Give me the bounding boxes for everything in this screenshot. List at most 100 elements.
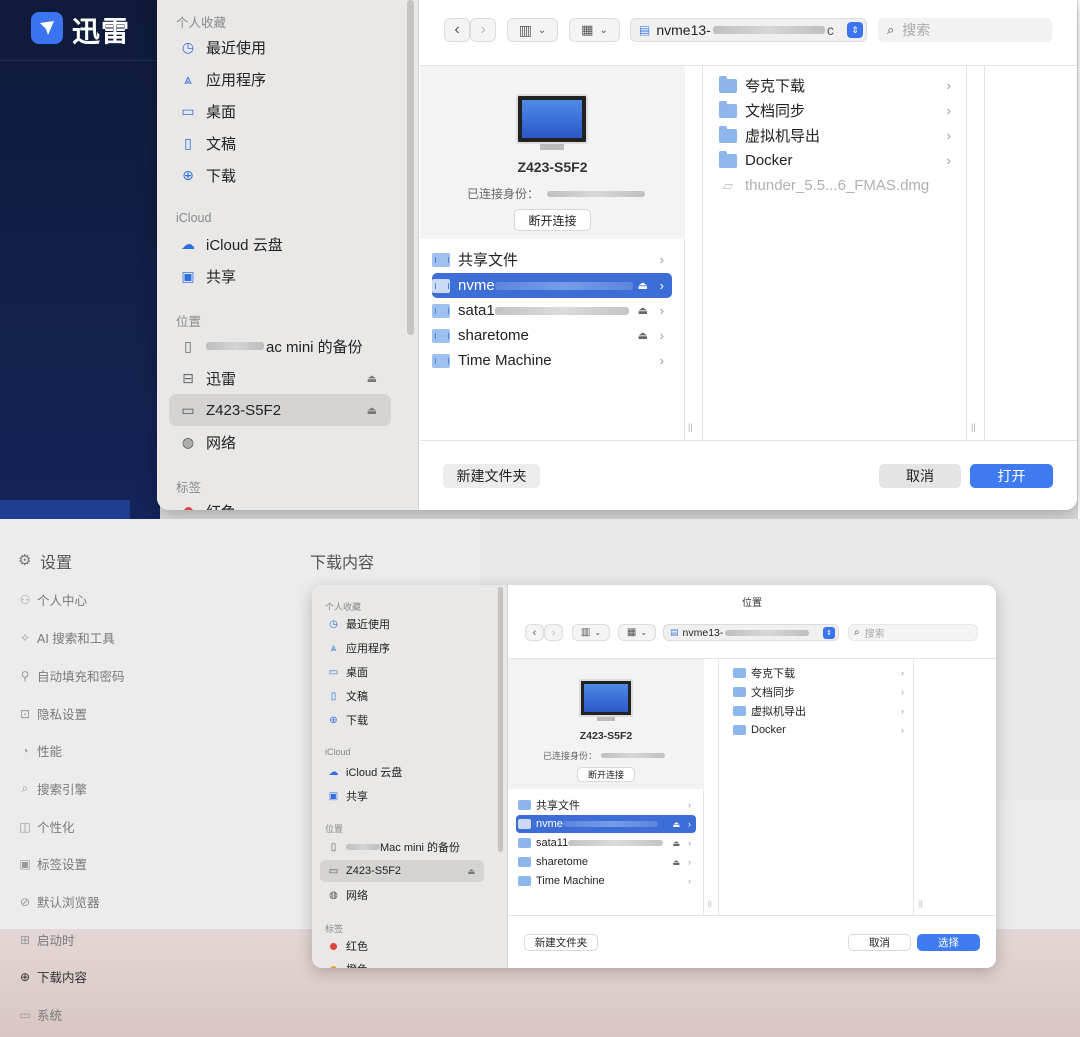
forward-button[interactable]: › — [470, 18, 496, 42]
share-label: Time Machine — [536, 875, 605, 887]
share-row[interactable]: 共享文件 › — [432, 247, 672, 272]
group-button[interactable]: ▦ ⌄ — [618, 624, 656, 641]
share-row[interactable]: sharetome ⏏ › — [518, 853, 696, 871]
sidebar-item-desktop[interactable]: ▭ 桌面 — [169, 95, 391, 127]
eject-icon[interactable]: ⏏ — [467, 867, 475, 876]
eject-icon[interactable]: ⏏ — [367, 404, 377, 417]
sidebar-item-server[interactable]: ▭ Z423-S5F2 ⏏ — [169, 394, 391, 426]
open-button[interactable]: 打开 — [970, 464, 1053, 488]
back-button[interactable]: ‹ — [525, 624, 544, 641]
folder-row[interactable]: Docker › — [733, 721, 909, 739]
new-folder-button[interactable]: 新建文件夹 — [524, 934, 598, 951]
eject-icon[interactable]: ⏏ — [672, 820, 680, 829]
sidebar-item-documents[interactable]: ▯ 文稿 — [320, 685, 484, 707]
sidebar-item-tag-red[interactable]: 红色 — [169, 495, 391, 510]
view-mode-button[interactable]: ▥ ⌄ — [572, 624, 610, 641]
folder-row[interactable]: 文档同步 › — [719, 98, 959, 123]
folder-row[interactable]: 夸克下载 › — [719, 73, 959, 98]
sidebar-item-icloud-drive[interactable]: ☁ iCloud 云盘 — [320, 761, 484, 783]
disconnect-button[interactable]: 断开连接 — [514, 209, 591, 231]
share-row[interactable]: Time Machine › — [432, 348, 672, 373]
choose-folder-dialog: 个人收藏 ◷ 最近使用 ⩓ 应用程序 ▭ 桌面 ▯ 文稿 ⊕ 下载 iCloud ☁ iCl… — [312, 585, 996, 968]
eject-icon[interactable]: ⏏ — [672, 839, 680, 848]
sidebar-item-applications[interactable]: ⩓ 应用程序 — [320, 637, 484, 659]
settings-item-ai[interactable]: ✧ AI 搜索和工具 — [18, 628, 115, 647]
folder-row[interactable]: Docker › — [719, 148, 959, 173]
share-row[interactable]: sharetome ⏏ › — [432, 323, 672, 348]
dmg-file-icon: ▱ — [723, 177, 733, 193]
sidebar-item-backup[interactable]: ▯ ac mini 的备份 — [169, 330, 391, 362]
settings-item-profile[interactable]: ⚇ 个人中心 — [18, 590, 87, 609]
sidebar-item-recents[interactable]: ◷ 最近使用 — [169, 31, 391, 63]
search-field[interactable]: ⌕ 搜索 — [878, 18, 1052, 42]
share-row[interactable]: sata11 ⏏ › — [518, 834, 696, 852]
grid-icon: ▦ — [626, 627, 637, 638]
folder-icon — [719, 100, 737, 118]
share-row-selected[interactable]: nvme ⏏ › — [516, 815, 696, 833]
share-row[interactable]: Time Machine › — [518, 872, 696, 890]
cancel-button[interactable]: 取消 — [879, 464, 961, 488]
apps-icon: ⩓ — [184, 70, 192, 87]
sidebar-item-network[interactable]: ◍ 网络 — [169, 426, 391, 458]
sidebar-item-desktop[interactable]: ▭ 桌面 — [320, 661, 484, 683]
share-row[interactable]: sata1 ⏏ › — [432, 298, 672, 323]
sidebar-item-shared[interactable]: ▣ 共享 — [320, 785, 484, 807]
sidebar-item-thunder[interactable]: ⊟ 迅雷 ⏏ — [169, 362, 391, 394]
settings-item-autofill[interactable]: ⚲ 自动填充和密码 — [18, 666, 125, 685]
column-resize-handle[interactable]: || — [919, 901, 923, 908]
sidebar-item-backup[interactable]: ▯ Mac mini 的备份 — [320, 836, 484, 858]
sidebar-scrollbar[interactable] — [498, 587, 503, 852]
disconnect-button[interactable]: 断开连接 — [577, 767, 635, 782]
sidebar-item-tag-red[interactable]: 红色 — [320, 935, 484, 957]
download-icon: ⊕ — [182, 166, 194, 183]
path-popup[interactable]: ▤ nvme13- c ⇕ — [630, 18, 867, 42]
settings-item-search-engine[interactable]: ⌕ 搜索引擎 — [18, 779, 87, 798]
forward-button[interactable]: › — [544, 624, 563, 641]
folder-row[interactable]: 文档同步 › — [733, 683, 909, 701]
eject-icon[interactable]: ⏏ — [672, 858, 680, 867]
sidebar-item-downloads[interactable]: ⊕ 下载 — [320, 709, 484, 731]
sidebar-item-documents[interactable]: ▯ 文稿 — [169, 127, 391, 159]
sidebar-item-network[interactable]: ◍ 网络 — [320, 884, 484, 906]
sidebar-item-icloud-drive[interactable]: ☁ iCloud 云盘 — [169, 228, 391, 260]
desktop-icon: ▭ — [181, 102, 195, 119]
settings-item-default-browser[interactable]: ⊘ 默认浏览器 — [18, 892, 100, 911]
share-row[interactable]: 共享文件 › — [518, 796, 696, 814]
folder-label: 夸克下载 — [745, 78, 806, 95]
column-resize-handle[interactable]: || — [971, 422, 976, 432]
power-icon: ⊞ — [19, 932, 31, 947]
search-field[interactable]: ⌕ 搜索 — [848, 624, 978, 641]
eject-icon[interactable]: ⏏ — [367, 372, 377, 385]
chevron-right-icon: › — [659, 353, 664, 368]
settings-item-performance[interactable]: ◔ 性能 — [18, 741, 62, 760]
sidebar-scrollbar[interactable] — [407, 0, 414, 335]
sidebar-item-tag-orange[interactable]: 橙色 — [320, 958, 484, 968]
settings-item-personalize[interactable]: ◫ 个性化 — [18, 817, 74, 836]
view-mode-button[interactable]: ▥ ⌄ — [507, 18, 558, 42]
folder-row[interactable]: 夸克下载 › — [733, 664, 909, 682]
sidebar-item-server[interactable]: ▭ Z423-S5F2 ⏏ — [320, 860, 484, 882]
folder-row[interactable]: 虚拟机导出 › — [733, 702, 909, 720]
sidebar-item-applications[interactable]: ⩓ 应用程序 — [169, 63, 391, 95]
choose-button[interactable]: 选择 — [917, 934, 980, 951]
settings-item-privacy[interactable]: ⊡ 隐私设置 — [18, 704, 87, 723]
eject-icon[interactable]: ⏏ — [638, 329, 648, 342]
settings-item-tabs[interactable]: ▣ 标签设置 — [18, 854, 87, 873]
sidebar-item-recents[interactable]: ◷ 最近使用 — [320, 613, 484, 635]
eject-icon[interactable]: ⏏ — [638, 279, 648, 292]
settings-item-startup[interactable]: ⊞ 启动时 — [18, 930, 75, 949]
settings-item-system[interactable]: ▭ 系统 — [18, 1005, 62, 1024]
folder-row[interactable]: 虚拟机导出 › — [719, 123, 959, 148]
back-button[interactable]: ‹ — [444, 18, 470, 42]
new-folder-button[interactable]: 新建文件夹 — [443, 464, 540, 488]
sidebar-item-shared[interactable]: ▣ 共享 — [169, 260, 391, 292]
sidebar-item-downloads[interactable]: ⊕ 下载 — [169, 159, 391, 191]
column-resize-handle[interactable]: || — [708, 901, 712, 908]
group-button[interactable]: ▦ ⌄ — [569, 18, 620, 42]
eject-icon[interactable]: ⏏ — [638, 304, 648, 317]
column-resize-handle[interactable]: || — [688, 422, 693, 432]
path-popup[interactable]: ▤ nvme13- ⇕ — [663, 624, 839, 641]
cancel-button[interactable]: 取消 — [848, 934, 911, 951]
share-row-selected[interactable]: nvme ⏏ › — [432, 273, 672, 298]
settings-item-downloads[interactable]: ⊕ 下载内容 — [18, 967, 87, 986]
